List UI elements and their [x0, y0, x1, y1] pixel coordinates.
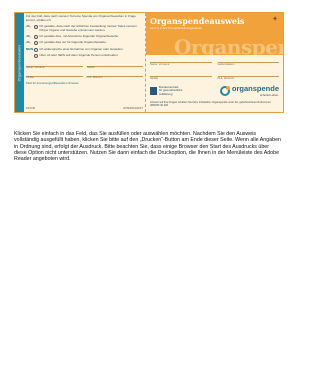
- holder-birthdate-field[interactable]: Geburtsdatum: [217, 57, 279, 66]
- organspende-logo: organspende schenkt Leben.: [219, 85, 279, 97]
- bzga-logo: Bundeszentrale für gesundheitliche Aufkl…: [150, 85, 182, 96]
- option-yes-except[interactable]: JA, ich gestatte dies, mit Ausnahme folg…: [26, 34, 143, 39]
- option-yes-all[interactable]: JA, ich gestatte, dass nach der ärztlich…: [26, 24, 143, 32]
- card-side-strip: Organspendeausweis: [15, 13, 24, 112]
- radio-yes-except[interactable]: [34, 34, 38, 39]
- radio-delegate[interactable]: [34, 54, 38, 58]
- card-side-strip-text: Organspendeausweis: [17, 44, 22, 81]
- delegate-phone-field[interactable]: Telefon: [86, 61, 143, 69]
- declaration-content: Für den Fall, dass nach meinem Tod eine …: [26, 14, 143, 110]
- holder-city-field[interactable]: PLZ, Wohnort: [217, 71, 279, 80]
- option-yes-only[interactable]: JA, ich gestatte dies nur für folgende O…: [26, 41, 143, 46]
- bzga-logo-icon: [150, 86, 157, 95]
- card-subtitle: nach § 2 des Transplantationsgesetzes: [150, 26, 203, 30]
- declaration-intro: Für den Fall, dass nach meinem Tod eine …: [26, 14, 136, 22]
- holder-fields: Name, Vorname Geburtsdatum Straße PLZ, W…: [150, 57, 279, 85]
- date-field[interactable]: DATUM: [26, 107, 35, 110]
- instructions-text: Klicken Sie einfach in das Feld, das Sie…: [14, 131, 281, 163]
- delegate-city-field[interactable]: PLZ, Wohnort: [86, 71, 143, 79]
- logo-row: Bundeszentrale für gesundheitliche Aufkl…: [150, 84, 279, 98]
- signature-line: DATUM UNTERSCHRIFT: [26, 107, 143, 110]
- holder-name-field[interactable]: Name, Vorname: [150, 57, 212, 66]
- card-title: Organspendeausweis: [150, 16, 245, 26]
- holder-street-field[interactable]: Straße: [150, 71, 212, 80]
- delegate-fields: Name, Vorname Telefon Straße PLZ, Wohnor…: [26, 61, 143, 79]
- option-delegate[interactable]: Über JA oder NEIN soll dann folgende Per…: [26, 54, 143, 58]
- organ-donor-card: Organspendeausweis Für den Fall, dass na…: [14, 12, 284, 113]
- banner-watermark: Organspende: [174, 35, 283, 55]
- hotline-text: Antwort auf Ihre Fragen erhalten Sie bei…: [150, 101, 271, 108]
- card-identity-side: Organspendeausweis nach § 2 des Transpla…: [146, 13, 283, 112]
- radio-no[interactable]: [34, 47, 38, 52]
- card-banner: Organspendeausweis nach § 2 des Transpla…: [146, 13, 283, 55]
- option-no[interactable]: NEIN, ich widerspreche einer Entnahme vo…: [26, 47, 143, 52]
- delegate-name-field[interactable]: Name, Vorname: [26, 61, 83, 69]
- eagle-icon: ✦: [272, 16, 278, 23]
- remarks-label: Platz für Anmerkungen/Besondere Hinweise: [26, 81, 79, 85]
- signature-field[interactable]: UNTERSCHRIFT: [123, 107, 143, 110]
- radio-yes-all[interactable]: [34, 25, 38, 29]
- delegate-street-field[interactable]: Straße: [26, 71, 83, 79]
- radio-yes-only[interactable]: [34, 41, 38, 46]
- card-declaration-side: Organspendeausweis Für den Fall, dass na…: [15, 13, 146, 112]
- organspende-ring-icon: [219, 86, 230, 96]
